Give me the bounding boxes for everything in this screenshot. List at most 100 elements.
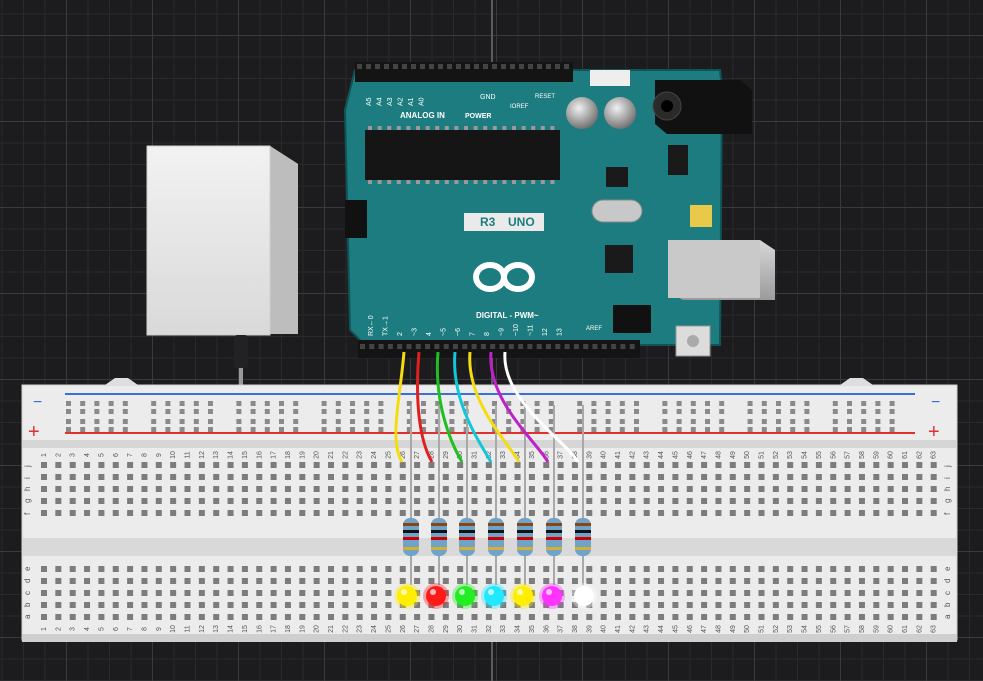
rail-hole[interactable] (80, 401, 86, 406)
terminal-hole[interactable] (543, 578, 550, 584)
terminal-hole[interactable] (256, 510, 263, 516)
terminal-hole[interactable] (127, 614, 134, 620)
rail-hole[interactable] (577, 427, 583, 432)
terminal-hole[interactable] (356, 510, 363, 516)
terminal-hole[interactable] (729, 578, 736, 584)
terminal-hole[interactable] (500, 498, 507, 504)
terminal-hole[interactable] (744, 486, 751, 492)
terminal-hole[interactable] (270, 462, 277, 468)
terminal-hole[interactable] (414, 566, 421, 572)
terminal-hole[interactable] (715, 510, 722, 516)
rail-hole[interactable] (364, 401, 370, 406)
terminal-hole[interactable] (715, 590, 722, 596)
terminal-hole[interactable] (284, 510, 291, 516)
terminal-hole[interactable] (830, 566, 837, 572)
rail-hole[interactable] (705, 409, 710, 414)
terminal-hole[interactable] (686, 498, 693, 504)
terminal-hole[interactable] (672, 590, 679, 596)
rail-hole[interactable] (690, 401, 696, 406)
terminal-hole[interactable] (600, 614, 607, 620)
terminal-hole[interactable] (615, 578, 621, 584)
rail-hole[interactable] (761, 427, 767, 432)
rail-hole[interactable] (605, 401, 611, 406)
terminal-hole[interactable] (844, 498, 851, 504)
terminal-hole[interactable] (69, 614, 76, 620)
terminal-hole[interactable] (744, 614, 751, 620)
terminal-hole[interactable] (313, 614, 320, 620)
terminal-hole[interactable] (801, 498, 808, 504)
terminal-hole[interactable] (787, 614, 794, 620)
terminal-hole[interactable] (586, 566, 593, 572)
terminal-hole[interactable] (557, 462, 564, 468)
terminal-hole[interactable] (227, 566, 234, 572)
rail-hole[interactable] (236, 401, 242, 406)
rail-hole[interactable] (619, 427, 625, 432)
terminal-hole[interactable] (658, 614, 665, 620)
terminal-hole[interactable] (744, 566, 751, 572)
terminal-hole[interactable] (155, 510, 162, 516)
terminal-hole[interactable] (514, 498, 521, 504)
terminal-hole[interactable] (141, 486, 148, 492)
terminal-hole[interactable] (84, 590, 91, 596)
rail-hole[interactable] (236, 427, 242, 432)
terminal-hole[interactable] (241, 566, 248, 572)
terminal-hole[interactable] (313, 510, 320, 516)
terminal-hole[interactable] (227, 486, 234, 492)
terminal-hole[interactable] (658, 462, 665, 468)
rail-hole[interactable] (94, 401, 100, 406)
terminal-hole[interactable] (299, 462, 306, 468)
terminal-hole[interactable] (844, 614, 851, 620)
terminal-hole[interactable] (701, 578, 708, 584)
terminal-hole[interactable] (112, 486, 119, 492)
terminal-hole[interactable] (672, 578, 679, 584)
rail-hole[interactable] (605, 409, 611, 414)
terminal-hole[interactable] (887, 486, 894, 492)
terminal-hole[interactable] (830, 486, 837, 492)
terminal-hole[interactable] (84, 602, 91, 608)
terminal-hole[interactable] (457, 462, 464, 468)
led[interactable] (397, 586, 417, 606)
terminal-hole[interactable] (873, 486, 880, 492)
terminal-hole[interactable] (471, 510, 478, 516)
terminal-hole[interactable] (55, 474, 62, 480)
terminal-hole[interactable] (801, 510, 808, 516)
rail-hole[interactable] (861, 409, 867, 414)
terminal-hole[interactable] (887, 602, 894, 608)
terminal-hole[interactable] (916, 578, 923, 584)
terminal-hole[interactable] (916, 590, 923, 596)
terminal-hole[interactable] (256, 590, 263, 596)
terminal-hole[interactable] (873, 602, 880, 608)
terminal-hole[interactable] (858, 498, 865, 504)
terminal-hole[interactable] (715, 498, 722, 504)
terminal-hole[interactable] (902, 602, 908, 608)
terminal-hole[interactable] (399, 614, 406, 620)
terminal-hole[interactable] (371, 510, 378, 516)
terminal-hole[interactable] (41, 462, 47, 468)
terminal-hole[interactable] (514, 510, 521, 516)
terminal-hole[interactable] (557, 510, 564, 516)
terminal-hole[interactable] (543, 566, 550, 572)
terminal-hole[interactable] (758, 498, 765, 504)
terminal-hole[interactable] (715, 602, 722, 608)
terminal-hole[interactable] (772, 498, 779, 504)
rail-hole[interactable] (676, 419, 682, 424)
terminal-hole[interactable] (772, 510, 779, 516)
terminal-hole[interactable] (629, 566, 636, 572)
terminal-hole[interactable] (84, 510, 91, 516)
terminal-hole[interactable] (442, 614, 449, 620)
terminal-hole[interactable] (356, 498, 363, 504)
terminal-hole[interactable] (557, 578, 564, 584)
terminal-hole[interactable] (758, 462, 765, 468)
terminal-hole[interactable] (715, 566, 722, 572)
terminal-hole[interactable] (227, 474, 234, 480)
terminal-hole[interactable] (227, 602, 234, 608)
terminal-hole[interactable] (557, 566, 564, 572)
rail-hole[interactable] (662, 401, 668, 406)
rail-hole[interactable] (634, 419, 639, 424)
terminal-hole[interactable] (342, 474, 349, 480)
terminal-hole[interactable] (801, 578, 808, 584)
terminal-hole[interactable] (428, 486, 435, 492)
terminal-hole[interactable] (69, 462, 76, 468)
rail-hole[interactable] (790, 401, 796, 406)
terminal-hole[interactable] (887, 474, 894, 480)
